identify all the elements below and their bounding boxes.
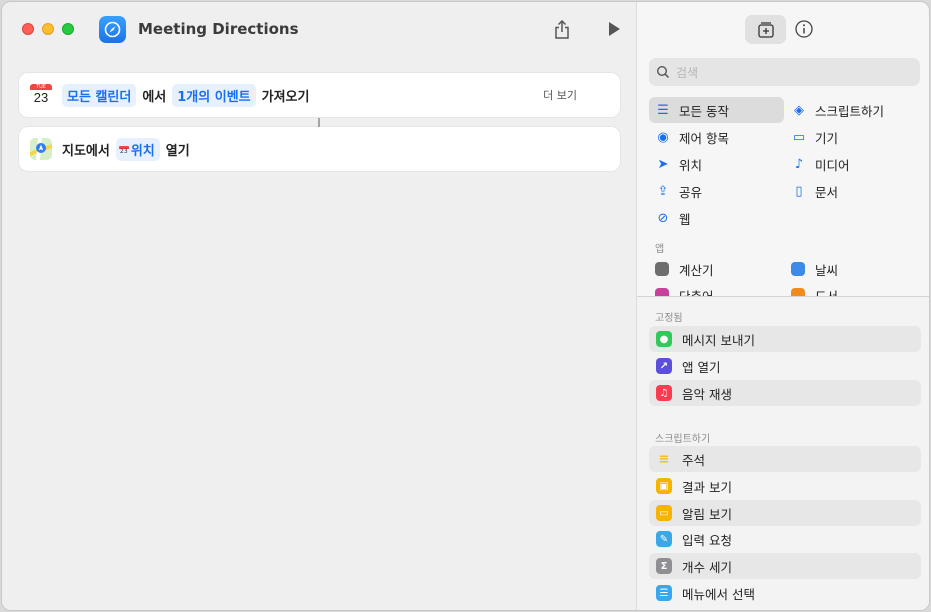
- action-connector: [318, 118, 320, 127]
- maps-icon: [30, 138, 52, 160]
- apps-overflow-clip: 단축어 도서: [637, 282, 929, 296]
- location-token[interactable]: 23 위치: [115, 137, 160, 161]
- category-device[interactable]: ▭ 기기: [785, 124, 920, 150]
- category-media[interactable]: ♪ 미디어: [785, 151, 920, 177]
- category-all-actions[interactable]: ☰ 모든 동작: [649, 97, 784, 123]
- event-count-token[interactable]: 1개의 이벤트: [172, 83, 256, 107]
- shortcuts-window: Meeting Directions TUE 23 모든 캘린더 에서 1개의 …: [1, 1, 930, 611]
- app-weather[interactable]: 날씨: [785, 256, 920, 282]
- calendar-icon: TUE 23: [30, 84, 52, 106]
- action-text: 가져오기: [261, 89, 310, 105]
- menu-icon: ☰: [656, 585, 672, 601]
- list-icon: ☰: [657, 102, 669, 118]
- action-text: 지도에서: [62, 143, 110, 159]
- calendar-icon: 23: [118, 145, 129, 155]
- toggle-icon: ◉: [657, 129, 669, 145]
- category-control[interactable]: ◉ 제어 항목: [649, 124, 784, 150]
- action-open-app[interactable]: ↗ 앱 열기: [649, 353, 921, 379]
- category-scripting[interactable]: ◈ 스크립트하기: [785, 97, 920, 123]
- search-input[interactable]: 검색: [676, 64, 698, 81]
- count-icon: Σ: [656, 558, 672, 574]
- shortcuts-icon: [655, 288, 669, 296]
- messages-icon: ●: [656, 331, 672, 347]
- zoom-window-button[interactable]: [62, 23, 74, 35]
- script-icon: ◈: [794, 102, 804, 118]
- pinned-section-header: 고정됨: [655, 313, 683, 324]
- action-send-message[interactable]: ● 메시지 보내기: [649, 326, 921, 352]
- action-play-music[interactable]: ♫ 음악 재생: [649, 380, 921, 406]
- weather-icon: [791, 262, 805, 276]
- ask-input-icon: ✎: [656, 531, 672, 547]
- location-icon: ➤: [657, 156, 669, 172]
- action-comment[interactable]: ≡ 주석: [649, 446, 921, 472]
- music-icon: ♫: [656, 385, 672, 401]
- scripting-section-header: 스크립트하기: [655, 434, 711, 445]
- category-web[interactable]: ⊘ 웹: [649, 205, 784, 231]
- add-action-icon: [757, 21, 774, 38]
- comment-icon: ≡: [658, 451, 670, 467]
- compass-icon[interactable]: [99, 16, 126, 43]
- app-books[interactable]: 도서: [785, 282, 920, 296]
- category-documents[interactable]: ▯ 문서: [785, 178, 920, 204]
- show-more-button[interactable]: 더 보기: [543, 87, 577, 103]
- info-icon[interactable]: [794, 19, 814, 39]
- show-result-icon: ▣: [656, 478, 672, 494]
- share-icon[interactable]: [551, 18, 573, 40]
- calendar-source-token[interactable]: 모든 캘린더: [62, 83, 137, 107]
- close-window-button[interactable]: [22, 23, 34, 35]
- action-show-result[interactable]: ▣ 결과 보기: [649, 473, 921, 499]
- action-text: 에서: [142, 89, 167, 105]
- open-app-icon: ↗: [656, 358, 672, 374]
- calculator-icon: [655, 262, 669, 276]
- action-library-toggle[interactable]: [745, 15, 786, 44]
- books-icon: [791, 288, 805, 296]
- action-choose-from-menu[interactable]: ☰ 메뉴에서 선택: [649, 580, 921, 606]
- minimize-window-button[interactable]: [42, 23, 54, 35]
- app-shortcuts[interactable]: 단축어: [649, 282, 784, 296]
- window-title: Meeting Directions: [138, 20, 299, 38]
- category-sharing[interactable]: ⇪ 공유: [649, 178, 784, 204]
- action-card-find-events[interactable]: TUE 23 모든 캘린더 에서 1개의 이벤트 가져오기 더 보기: [19, 73, 620, 117]
- search-field[interactable]: 검색: [649, 58, 920, 86]
- category-location[interactable]: ➤ 위치: [649, 151, 784, 177]
- action-show-alert[interactable]: ▭ 알림 보기: [649, 500, 921, 526]
- share-icon: ⇪: [657, 183, 669, 199]
- alert-icon: ▭: [656, 505, 672, 521]
- display-icon: ▭: [792, 129, 806, 145]
- app-calculator[interactable]: 계산기: [649, 256, 784, 282]
- action-library-pane: 검색 ☰ 모든 동작 ◈ 스크립트하기 ◉ 제어 항목 ▭ 기기 ➤ 위치 ♪ 미디어 ⇪ 공…: [636, 2, 929, 610]
- compass-icon: ⊘: [657, 210, 669, 226]
- search-icon: [656, 65, 670, 79]
- music-note-icon: ♪: [794, 156, 804, 172]
- action-count[interactable]: Σ 개수 세기: [649, 553, 921, 579]
- action-text: 열기: [165, 143, 190, 159]
- run-play-icon[interactable]: [603, 18, 625, 40]
- apps-section-header: 앱: [655, 244, 665, 255]
- action-card-open-maps[interactable]: 지도에서 23 위치 열기: [19, 127, 620, 171]
- document-icon: ▯: [795, 183, 803, 199]
- editor-pane: Meeting Directions TUE 23 모든 캘린더 에서 1개의 …: [2, 2, 636, 610]
- action-ask-for-input[interactable]: ✎ 입력 요청: [649, 526, 921, 552]
- suggestions-list: 고정됨 ● 메시지 보내기 ↗ 앱 열기 ♫ 음악 재생 스크립트하기 ≡ 주석 ▣ 결과…: [637, 297, 929, 610]
